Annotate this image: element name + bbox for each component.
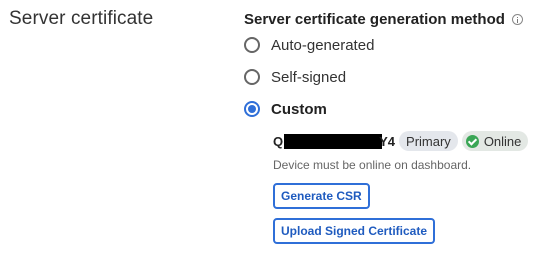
section-title: Server certificate [9,8,154,29]
upload-signed-certificate-button[interactable]: Upload Signed Certificate [273,218,436,244]
info-icon[interactable] [511,13,523,25]
radio-button-custom[interactable] [244,101,260,117]
radio-label-auto-generated: Auto-generated [271,36,375,54]
certificate-method-panel: Server certificate generation method Aut… [244,10,544,244]
radio-button-self-signed[interactable] [244,69,260,85]
device-help-text: Device must be online on dashboard. [273,158,472,172]
method-title: Server certificate generation method [244,10,505,28]
radio-custom[interactable]: Custom [244,98,544,120]
online-status-badge: Online [461,131,529,151]
primary-badge-label: Primary [406,133,451,149]
primary-badge: Primary [399,131,458,151]
device-name-suffix: Y4 [379,133,396,149]
check-circle-icon [465,134,479,148]
custom-options: Q Y4 Primary Online Device must be onlin… [273,130,544,244]
device-name-prefix: Q [273,133,284,149]
radio-auto-generated[interactable]: Auto-generated [244,34,544,56]
radio-label-custom: Custom [271,100,327,118]
method-heading: Server certificate generation method [244,10,544,28]
redacted-block [284,133,383,149]
method-radio-group: Auto-generated Self-signed Custom [244,34,544,120]
online-badge-label: Online [483,133,522,149]
radio-self-signed[interactable]: Self-signed [244,66,544,88]
device-row: Q Y4 Primary Online [273,130,544,152]
radio-label-self-signed: Self-signed [271,68,347,86]
radio-button-auto-generated[interactable] [244,37,260,53]
generate-csr-button[interactable]: Generate CSR [273,183,370,209]
